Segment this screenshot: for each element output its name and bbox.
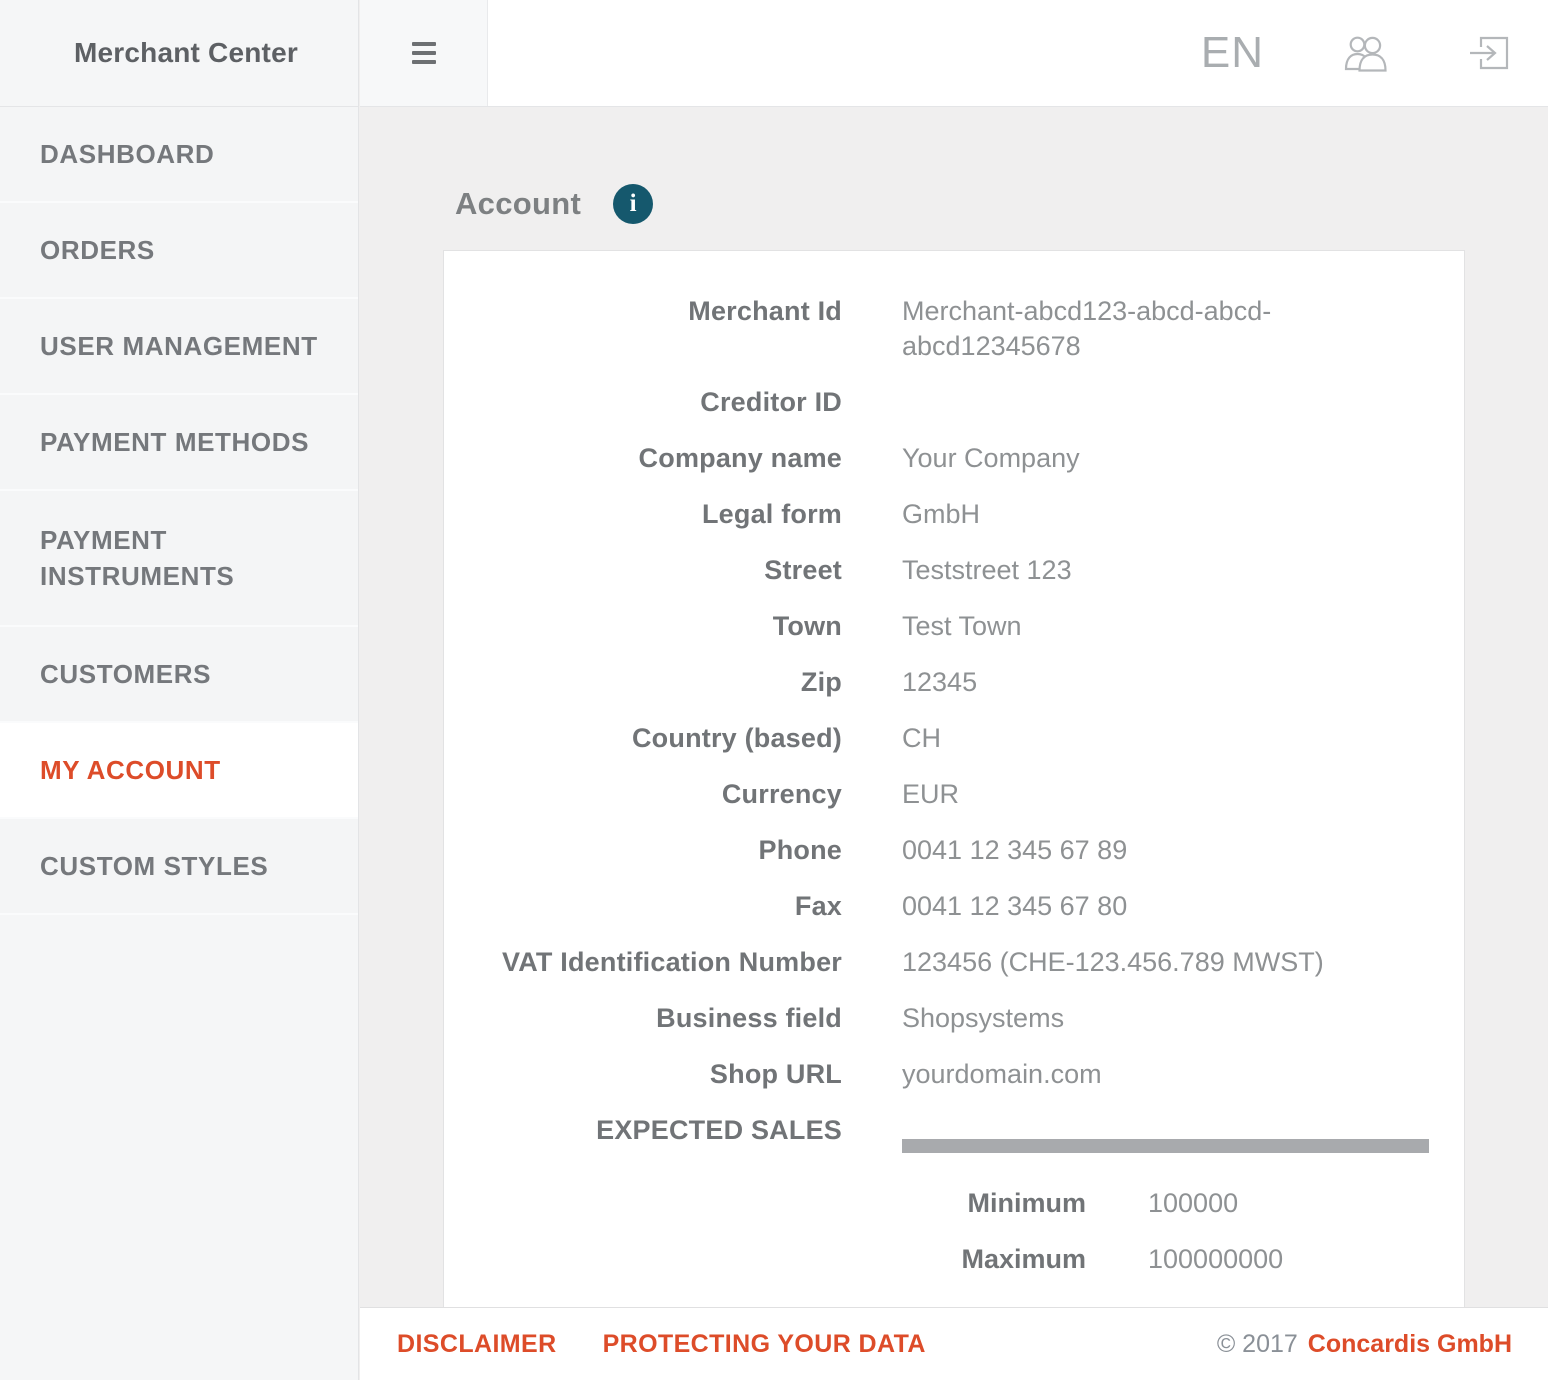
sidebar-item-label: CUSTOM STYLES xyxy=(40,848,268,884)
field-label: Town xyxy=(444,609,842,644)
app-title: Merchant Center xyxy=(74,37,298,69)
maximum-label: Maximum xyxy=(902,1242,1086,1277)
field-row-merchant-id: Merchant Id Merchant-abcd123-abcd-abcd-a… xyxy=(444,294,1464,364)
field-row-creditor-id: Creditor ID xyxy=(444,385,1464,420)
field-label: Country (based) xyxy=(444,721,842,756)
sidebar-item-payment-methods[interactable]: PAYMENT METHODS xyxy=(0,395,358,491)
language-selector[interactable]: EN xyxy=(1201,31,1264,75)
field-label: Zip xyxy=(444,665,842,700)
minimum-value: 100000 xyxy=(1148,1186,1238,1221)
field-value: GmbH xyxy=(902,497,1438,532)
sidebar-item-label: DASHBOARD xyxy=(40,136,214,172)
sidebar: Merchant Center DASHBOARD ORDERS USER MA… xyxy=(0,0,359,1380)
field-label: Fax xyxy=(444,889,842,924)
sidebar-item-label: USER MANAGEMENT xyxy=(40,328,318,364)
sidebar-item-orders[interactable]: ORDERS xyxy=(0,203,358,299)
sidebar-item-label: ORDERS xyxy=(40,232,155,268)
field-row-zip: Zip 12345 xyxy=(444,665,1464,700)
field-value: yourdomain.com xyxy=(902,1057,1438,1092)
sidebar-item-my-account[interactable]: MY ACCOUNT xyxy=(0,723,358,819)
field-row-street: Street Teststreet 123 xyxy=(444,553,1464,588)
sidebar-item-label: CUSTOMERS xyxy=(40,656,211,692)
field-value: Teststreet 123 xyxy=(902,553,1438,588)
field-row-town: Town Test Town xyxy=(444,609,1464,644)
expected-sales-label: EXPECTED SALES xyxy=(444,1113,842,1307)
field-label: Company name xyxy=(444,441,842,476)
field-row-phone: Phone 0041 12 345 67 89 xyxy=(444,833,1464,868)
protecting-your-data-link[interactable]: PROTECTING YOUR DATA xyxy=(603,1330,926,1359)
field-value: Test Town xyxy=(902,609,1438,644)
hamburger-icon xyxy=(412,42,436,64)
menu-toggle-button[interactable] xyxy=(360,0,488,106)
users-icon[interactable] xyxy=(1344,34,1390,72)
footer: DISCLAIMER PROTECTING YOUR DATA © 2017 C… xyxy=(360,1307,1548,1380)
sidebar-item-payment-instruments[interactable]: PAYMENT INSTRUMENTS xyxy=(0,491,358,627)
field-row-business-field: Business field Shopsystems xyxy=(444,1001,1464,1036)
field-label: Street xyxy=(444,553,842,588)
sidebar-item-customers[interactable]: CUSTOMERS xyxy=(0,627,358,723)
field-row-country: Country (based) CH xyxy=(444,721,1464,756)
app-title-container: Merchant Center xyxy=(0,0,358,107)
expected-sales-maximum-row: Maximum 100000000 xyxy=(902,1242,1429,1277)
copyright-text: © 2017 xyxy=(1217,1330,1298,1359)
sidebar-item-dashboard[interactable]: DASHBOARD xyxy=(0,107,358,203)
account-details-card: Merchant Id Merchant-abcd123-abcd-abcd-a… xyxy=(443,250,1465,1307)
field-label: Merchant Id xyxy=(444,294,842,364)
field-row-shop-url: Shop URL yourdomain.com xyxy=(444,1057,1464,1092)
field-label: Legal form xyxy=(444,497,842,532)
field-row-legal-form: Legal form GmbH xyxy=(444,497,1464,532)
page-title: Account xyxy=(455,186,581,222)
field-value: 0041 12 345 67 89 xyxy=(902,833,1438,868)
field-row-fax: Fax 0041 12 345 67 80 xyxy=(444,889,1464,924)
field-label: VAT Identification Number xyxy=(444,945,842,980)
disclaimer-link[interactable]: DISCLAIMER xyxy=(397,1330,557,1359)
info-icon[interactable]: i xyxy=(613,184,653,224)
logout-icon[interactable] xyxy=(1470,34,1510,72)
field-value: CH xyxy=(902,721,1438,756)
topbar-actions: EN xyxy=(1201,31,1510,75)
sidebar-item-label: MY ACCOUNT xyxy=(40,752,221,788)
field-label: Business field xyxy=(444,1001,842,1036)
divider-bar xyxy=(902,1139,1429,1153)
sidebar-item-label: PAYMENT INSTRUMENTS xyxy=(40,522,328,594)
field-label: Creditor ID xyxy=(444,385,842,420)
field-value: Shopsystems xyxy=(902,1001,1438,1036)
top-bar: EN xyxy=(360,0,1548,107)
field-value xyxy=(902,385,1438,420)
field-label: Shop URL xyxy=(444,1057,842,1092)
minimum-label: Minimum xyxy=(902,1186,1086,1221)
expected-sales-minimum-row: Minimum 100000 xyxy=(902,1186,1429,1221)
field-value: Your Company xyxy=(902,441,1438,476)
company-link[interactable]: Concardis GmbH xyxy=(1308,1330,1512,1359)
field-value: EUR xyxy=(902,777,1438,812)
field-label: Currency xyxy=(444,777,842,812)
field-label: Phone xyxy=(444,833,842,868)
footer-links: DISCLAIMER PROTECTING YOUR DATA xyxy=(397,1330,926,1359)
field-value: Merchant-abcd123-abcd-abcd-abcd12345678 xyxy=(902,294,1438,364)
expected-sales-content: Minimum 100000 Maximum 100000000 xyxy=(902,1113,1429,1307)
field-value: 0041 12 345 67 80 xyxy=(902,889,1438,924)
field-row-company-name: Company name Your Company xyxy=(444,441,1464,476)
sidebar-item-custom-styles[interactable]: CUSTOM STYLES xyxy=(0,819,358,915)
main-content: Account i Merchant Id Merchant-abcd123-a… xyxy=(360,108,1548,1307)
sidebar-item-label: PAYMENT METHODS xyxy=(40,424,309,460)
field-value: 12345 xyxy=(902,665,1438,700)
page-heading: Account i xyxy=(455,184,653,224)
field-row-vat-number: VAT Identification Number 123456 (CHE-12… xyxy=(444,945,1464,980)
footer-copyright: © 2017 Concardis GmbH xyxy=(1217,1330,1512,1359)
maximum-value: 100000000 xyxy=(1148,1242,1283,1277)
field-row-currency: Currency EUR xyxy=(444,777,1464,812)
field-value: 123456 (CHE-123.456.789 MWST) xyxy=(902,945,1438,980)
expected-sales-section: EXPECTED SALES Minimum 100000 Maximum 10… xyxy=(444,1113,1464,1307)
sidebar-item-user-management[interactable]: USER MANAGEMENT xyxy=(0,299,358,395)
